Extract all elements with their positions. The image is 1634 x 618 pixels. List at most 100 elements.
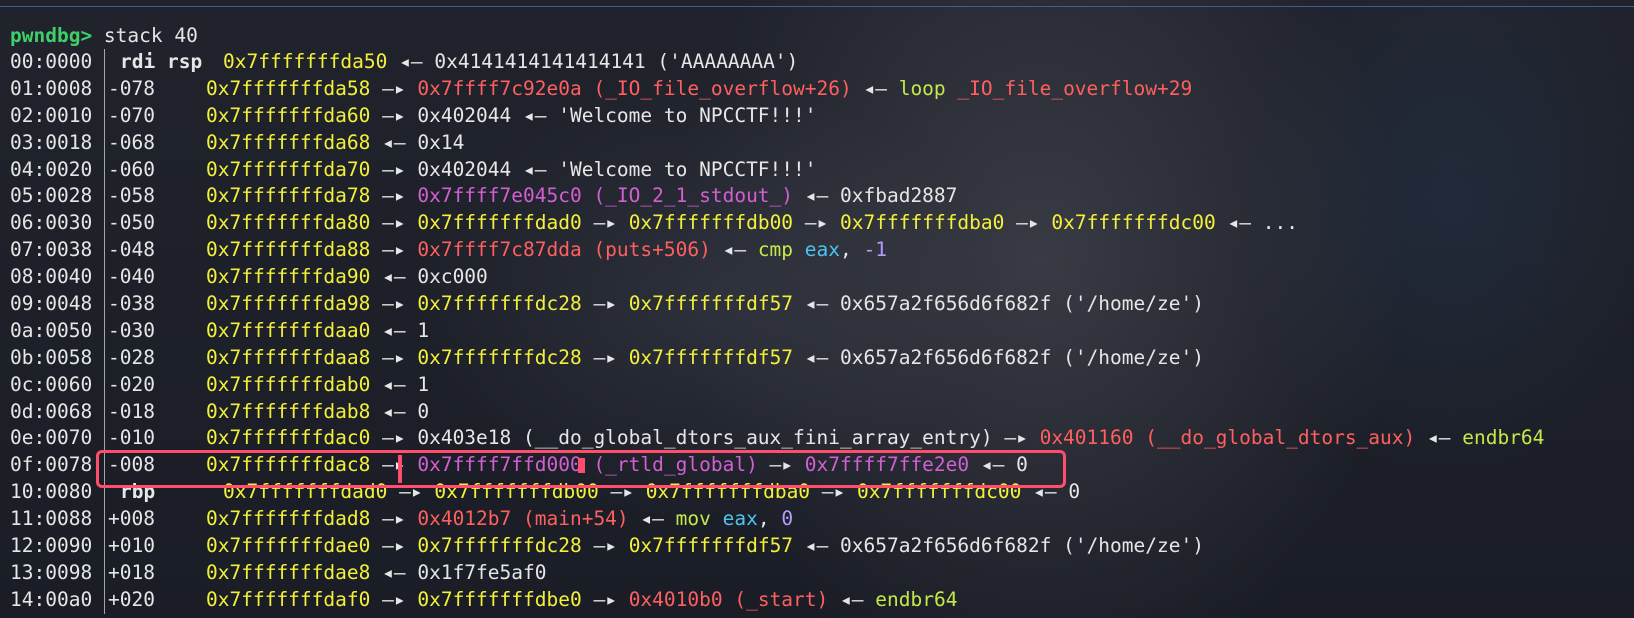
- stack-value: 0x7ffff7c87dda (puts+506): [417, 238, 711, 262]
- stack-index: 07:0038: [10, 238, 93, 262]
- frame-offset: -070: [108, 103, 155, 127]
- stack-value: 0xfbad2887: [840, 184, 958, 208]
- stack-index: 13:0098: [10, 560, 93, 584]
- stack-value: 0x403e18 (__do_global_dtors_aux_fini_arr…: [417, 426, 993, 450]
- stack-index: 02:0010: [10, 103, 93, 127]
- stack-address: 0x7fffffffdf57: [628, 292, 794, 316]
- stack-index: 12:0090: [10, 534, 93, 558]
- stack-index: 14:00a0: [10, 587, 93, 611]
- stack-address: 0x7fffffffda50: [223, 50, 388, 73]
- stack-address: 0x7fffffffdac0: [206, 426, 371, 450]
- highlight-marker: [398, 455, 402, 483]
- frame-offset: -010: [108, 426, 155, 450]
- stack-value: 0x4012b7 (main+54): [417, 507, 629, 531]
- stack-row: 08:0040 -040 0x7fffffffda90 ◂— 0xc000: [10, 264, 1634, 292]
- terminal-output[interactable]: pwndbg> stack 40 00:0000 rdi rsp 0x7ffffff…: [10, 22, 1634, 614]
- stack-row: 03:0018 -068 0x7fffffffda68 ◂— 0x14: [10, 129, 1634, 157]
- stack-value: endbr64: [1462, 426, 1545, 450]
- stack-value: 1: [417, 372, 430, 396]
- frame-offset: -038: [108, 292, 155, 316]
- stack-index: 06:0030: [10, 211, 93, 235]
- stack-address: 0x7fffffffda88: [206, 238, 371, 262]
- stack-index: 0e:0070: [10, 426, 93, 450]
- pointer-arrow: —▸: [370, 184, 418, 208]
- highlight-marker: [578, 458, 585, 473]
- stack-index: 01:0008: [10, 76, 93, 100]
- frame-offset: +008: [108, 507, 155, 531]
- pointer-arrow: —▸: [370, 507, 418, 531]
- column-separator: [104, 586, 105, 614]
- stack-row: 11:0088 +008 0x7fffffffdad8 —▸ 0x4012b7 (m…: [10, 506, 1634, 534]
- stack-address: 0x7fffffffda68: [206, 130, 371, 154]
- pointer-arrow: ◂—: [793, 534, 841, 558]
- column-separator: [104, 317, 105, 345]
- stack-row: 07:0038 -048 0x7fffffffda88 —▸ 0x7ffff7c87…: [10, 237, 1634, 265]
- stack-index: 0c:0060: [10, 372, 93, 396]
- stack-address: 0x7fffffffda80: [206, 211, 371, 235]
- stack-index: 05:0028: [10, 184, 93, 208]
- stack-value: ...: [1262, 211, 1298, 235]
- stack-value: 1: [417, 318, 430, 342]
- pointer-arrow: —▸: [370, 345, 418, 369]
- stack-address: 0x7fffffffdad0: [417, 211, 582, 235]
- frame-offset: +020: [108, 587, 155, 611]
- pointer-arrow: ◂—: [370, 318, 418, 342]
- stack-row: 0d:0068 -018 0x7fffffffdab8 ◂— 0: [10, 398, 1634, 426]
- stack-address: 0x7fffffffdae0: [206, 534, 371, 558]
- stack-value: 0x1f7fe5af0: [417, 560, 547, 584]
- pointer-arrow: ◂—: [370, 130, 418, 154]
- frame-offset: -018: [108, 399, 155, 423]
- stack-address: 0x7fffffffda90: [206, 265, 371, 289]
- stack-address: 0x7fffffffdb00: [628, 211, 794, 235]
- stack-index: 09:0048: [10, 292, 93, 316]
- column-separator: [104, 344, 105, 372]
- frame-offset: +010: [108, 534, 155, 558]
- pointer-arrow: —▸: [793, 211, 841, 235]
- pointer-arrow: ◂—: [1215, 211, 1263, 235]
- pointer-arrow: ◂—: [710, 238, 758, 262]
- pointer-arrow: ◂—: [793, 184, 840, 208]
- stack-address: 0x7fffffffdaa8: [206, 345, 371, 369]
- column-separator: [104, 237, 105, 265]
- stack-address: 0x7fffffffdc28: [417, 534, 582, 558]
- column-separator: [104, 49, 105, 76]
- stack-value: 0x657a2f656d6f682f ('/home/ze'): [840, 292, 1204, 316]
- stack-value: eax: [722, 507, 758, 531]
- stack-address: 0x7fffffffdab8: [206, 399, 371, 423]
- stack-row: 0e:0070 -010 0x7fffffffdac0 —▸ 0x403e18 (_…: [10, 425, 1634, 453]
- column-separator: [104, 210, 105, 238]
- stack-address: 0x7fffffffdad8: [206, 507, 371, 531]
- stack-row: 05:0028 -058 0x7fffffffda78 —▸ 0x7ffff7e04…: [10, 183, 1634, 211]
- frame-offset: -050: [108, 211, 155, 235]
- stack-index: 00:0000: [10, 50, 93, 73]
- column-separator: [104, 559, 105, 587]
- stack-value: 0x7ffff7e045c0 (_IO_2_1_stdout_): [417, 184, 794, 208]
- stack-row: 02:0010 -070 0x7fffffffda60 —▸ 0x402044 ◂—…: [10, 102, 1634, 130]
- column-separator: [104, 533, 105, 560]
- frame-offset: -048: [108, 238, 155, 262]
- stack-value: 0xc000: [417, 265, 488, 289]
- pointer-arrow: ◂—: [387, 50, 435, 73]
- pointer-arrow: ◂—: [828, 587, 876, 611]
- stack-address: 0x7fffffffdf57: [628, 345, 794, 369]
- terminal-top-border: [0, 6, 1634, 7]
- command-text: stack 40: [92, 24, 198, 47]
- column-separator: [104, 102, 105, 130]
- column-separator: [104, 264, 105, 292]
- stack-address: 0x7fffffffdaf0: [206, 587, 371, 611]
- stack-value: -1: [863, 238, 887, 262]
- pointer-arrow: —▸: [992, 426, 1040, 450]
- stack-address: 0x7fffffffdbe0: [417, 587, 582, 611]
- stack-value: 0x402044 ◂— 'Welcome to NPCCTF!!!': [417, 103, 817, 127]
- stack-value: 0x14: [417, 130, 465, 154]
- pointer-arrow: ◂—: [370, 265, 418, 289]
- stack-index: 0f:0078: [10, 453, 93, 477]
- frame-offset: -078: [108, 76, 155, 100]
- stack-address: 0x7fffffffdc28: [417, 345, 582, 369]
- stack-value: 0x402044 ◂— 'Welcome to NPCCTF!!!': [417, 157, 817, 181]
- stack-value: 0: [781, 507, 794, 531]
- pointer-arrow: —▸: [370, 292, 418, 316]
- pointer-arrow: ◂—: [370, 560, 418, 584]
- column-separator: [104, 75, 105, 103]
- pointer-arrow: —▸: [1004, 211, 1052, 235]
